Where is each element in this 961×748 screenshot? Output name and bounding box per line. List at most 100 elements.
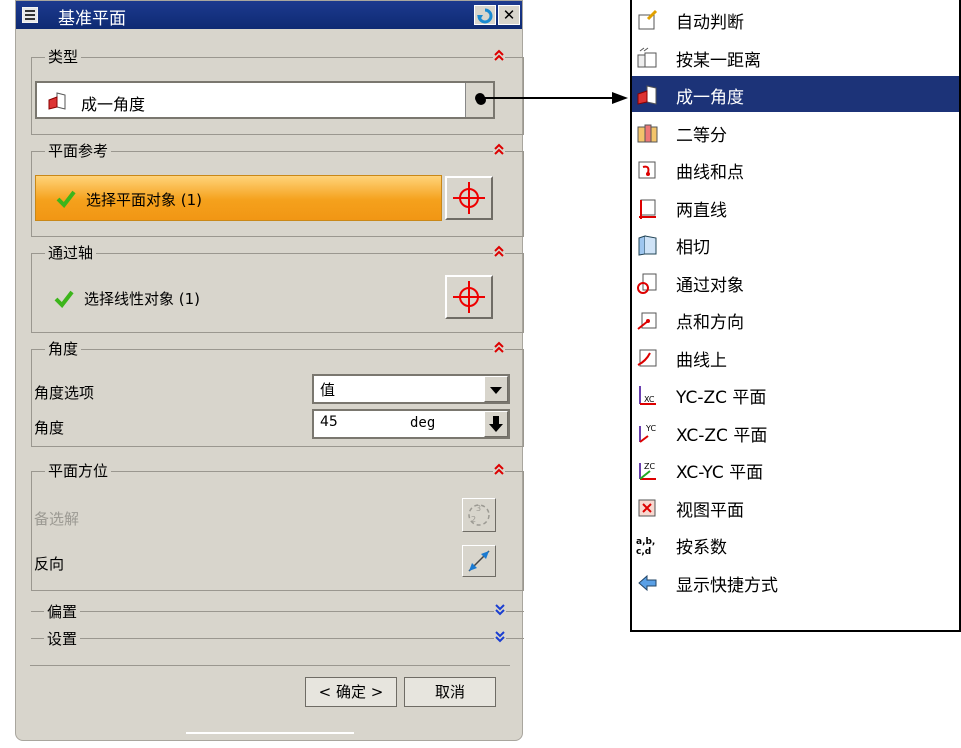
menu-item[interactable]: YC XC-ZC 平面 <box>632 414 959 450</box>
menu-item[interactable]: 点和方向 <box>632 301 959 337</box>
at-angle-icon <box>48 92 66 110</box>
collapse-icon[interactable] <box>493 462 505 476</box>
xc-zc-plane-icon: YC <box>639 424 656 443</box>
collapse-icon[interactable] <box>493 142 505 156</box>
menu-item[interactable]: 按某一距离 <box>632 39 959 75</box>
crosshair-icon <box>453 281 485 313</box>
svg-text:a,b,: a,b, <box>636 537 655 547</box>
plane-orientation-group: 平面方位 <box>31 460 524 591</box>
view-plane-icon <box>638 499 656 516</box>
reset-button[interactable] <box>474 5 496 25</box>
alternate-solution-button[interactable]: 32 <box>462 498 496 532</box>
menu-item[interactable]: 曲线和点 <box>632 151 959 187</box>
crosshair-icon <box>453 182 485 214</box>
collapse-icon[interactable] <box>493 48 505 62</box>
ok-button[interactable]: < 确定 > <box>305 677 397 707</box>
angle-option-select[interactable]: 值 <box>312 374 510 404</box>
collapse-icon[interactable] <box>493 244 505 258</box>
plane-reference-title: 平面参考 <box>45 140 112 161</box>
select-plane-object[interactable]: 选择平面对象 (1) <box>35 175 442 221</box>
menu-item[interactable]: 通过对象 <box>632 264 959 300</box>
svg-text:2: 2 <box>471 515 476 524</box>
svg-text:c,d: c,d <box>636 547 651 556</box>
type-group-title: 类型 <box>45 46 82 67</box>
menu-item-label: 二等分 <box>676 125 727 146</box>
menu-item-label: 按系数 <box>676 538 727 558</box>
type-select[interactable]: 成一角度 <box>35 81 495 119</box>
menu-item[interactable]: 二等分 <box>632 114 959 150</box>
at-distance-icon <box>637 47 657 67</box>
plane-selector-button[interactable] <box>445 176 493 220</box>
menu-item[interactable]: 相切 <box>632 226 959 262</box>
menu-item-label: 自动判断 <box>676 13 744 33</box>
through-object-icon <box>637 273 657 294</box>
menu-item-label: 相切 <box>676 238 710 258</box>
alternate-solution-label: 备选解 <box>34 510 80 528</box>
menu-item-label: 显示快捷方式 <box>676 575 778 596</box>
offset-group-title: 偏置 <box>44 601 81 622</box>
close-icon: ✕ <box>502 6 516 24</box>
select-linear-label[interactable]: 选择线性对象 (1) <box>84 288 200 309</box>
reverse-direction-button[interactable] <box>462 545 496 577</box>
plane-orientation-title: 平面方位 <box>45 460 112 481</box>
curve-point-icon <box>638 161 656 179</box>
menu-item[interactable]: ZC XC-YC 平面 <box>632 451 959 487</box>
resize-grip[interactable] <box>186 732 354 734</box>
check-icon <box>54 290 74 308</box>
menu-item[interactable]: 自动判断 <box>632 1 959 37</box>
cycle-icon: 32 <box>468 504 490 526</box>
svg-text:XC: XC <box>644 395 655 404</box>
menu-item[interactable]: 成一角度 <box>632 76 959 112</box>
menu-item[interactable]: 视图平面 <box>632 489 959 525</box>
title-bar[interactable]: 基准平面 ✕ <box>16 1 522 29</box>
reverse-label: 反向 <box>34 555 65 573</box>
on-curve-icon <box>637 349 657 366</box>
menu-item-label: 点和方向 <box>676 313 744 333</box>
expand-icon[interactable] <box>494 603 506 617</box>
bisector-icon <box>637 124 658 142</box>
angle-group-title: 角度 <box>45 338 82 359</box>
menu-item-label: 曲线和点 <box>676 163 744 183</box>
menu-item-label: 两直线 <box>676 200 727 221</box>
yc-zc-plane-icon: XC <box>639 386 656 405</box>
angle-value[interactable]: 45 <box>320 414 338 430</box>
auto-infer-icon <box>638 9 658 30</box>
angle-unit-dropdown[interactable] <box>484 411 508 437</box>
menu-item-label: XC-YC 平面 <box>676 463 764 483</box>
select-plane-label: 选择平面对象 (1) <box>86 191 203 209</box>
menu-item[interactable]: 两直线 <box>632 189 959 225</box>
connector-arrow <box>475 92 628 104</box>
offset-group[interactable]: 偏置 <box>31 601 524 622</box>
menu-item[interactable]: XC YC-ZC 平面 <box>632 376 959 412</box>
close-button[interactable]: ✕ <box>498 5 520 25</box>
axis-selector-button[interactable] <box>445 275 493 319</box>
tangent-icon <box>638 235 657 256</box>
at-angle-icon <box>637 85 657 105</box>
reset-icon <box>477 8 493 24</box>
angle-option-dropdown[interactable] <box>484 376 508 402</box>
svg-text:YC: YC <box>645 424 656 433</box>
show-shortcuts-icon <box>638 574 657 591</box>
angle-input[interactable]: 45 deg <box>312 409 510 439</box>
menu-item-label: 通过对象 <box>676 275 744 296</box>
menu-item[interactable]: a,b, c,d 按系数 <box>632 526 959 562</box>
menu-item-label: 视图平面 <box>676 500 744 521</box>
menu-item[interactable]: 曲线上 <box>632 339 959 375</box>
dialog-title: 基准平面 <box>58 9 126 29</box>
type-select-value: 成一角度 <box>81 95 146 114</box>
settings-group[interactable]: 设置 <box>31 628 524 649</box>
settings-group-title: 设置 <box>44 628 81 649</box>
type-dropdown-menu: 自动判断按某一距离 成一角度二等分曲线和点两直线相切通过对象点和方向曲线上 XC YC… <box>630 0 961 632</box>
datum-plane-dialog: 基准平面 ✕ 类型 成一角度 平面参考 选择平面对象 (1) 通过轴 选择线性对… <box>15 0 524 741</box>
angle-unit: deg <box>410 415 436 431</box>
menu-item-label: YC-ZC 平面 <box>676 388 767 408</box>
menu-item[interactable]: 显示快捷方式 <box>632 564 959 600</box>
cancel-button[interactable]: 取消 <box>404 677 496 707</box>
expand-icon[interactable] <box>494 630 506 644</box>
collapse-icon[interactable] <box>493 340 505 354</box>
menu-icon[interactable] <box>22 7 38 23</box>
angle-label: 角度 <box>34 419 65 437</box>
chevron-down-icon <box>490 387 502 394</box>
svg-text:ZC: ZC <box>644 462 655 471</box>
arrow-down-icon <box>489 416 503 432</box>
